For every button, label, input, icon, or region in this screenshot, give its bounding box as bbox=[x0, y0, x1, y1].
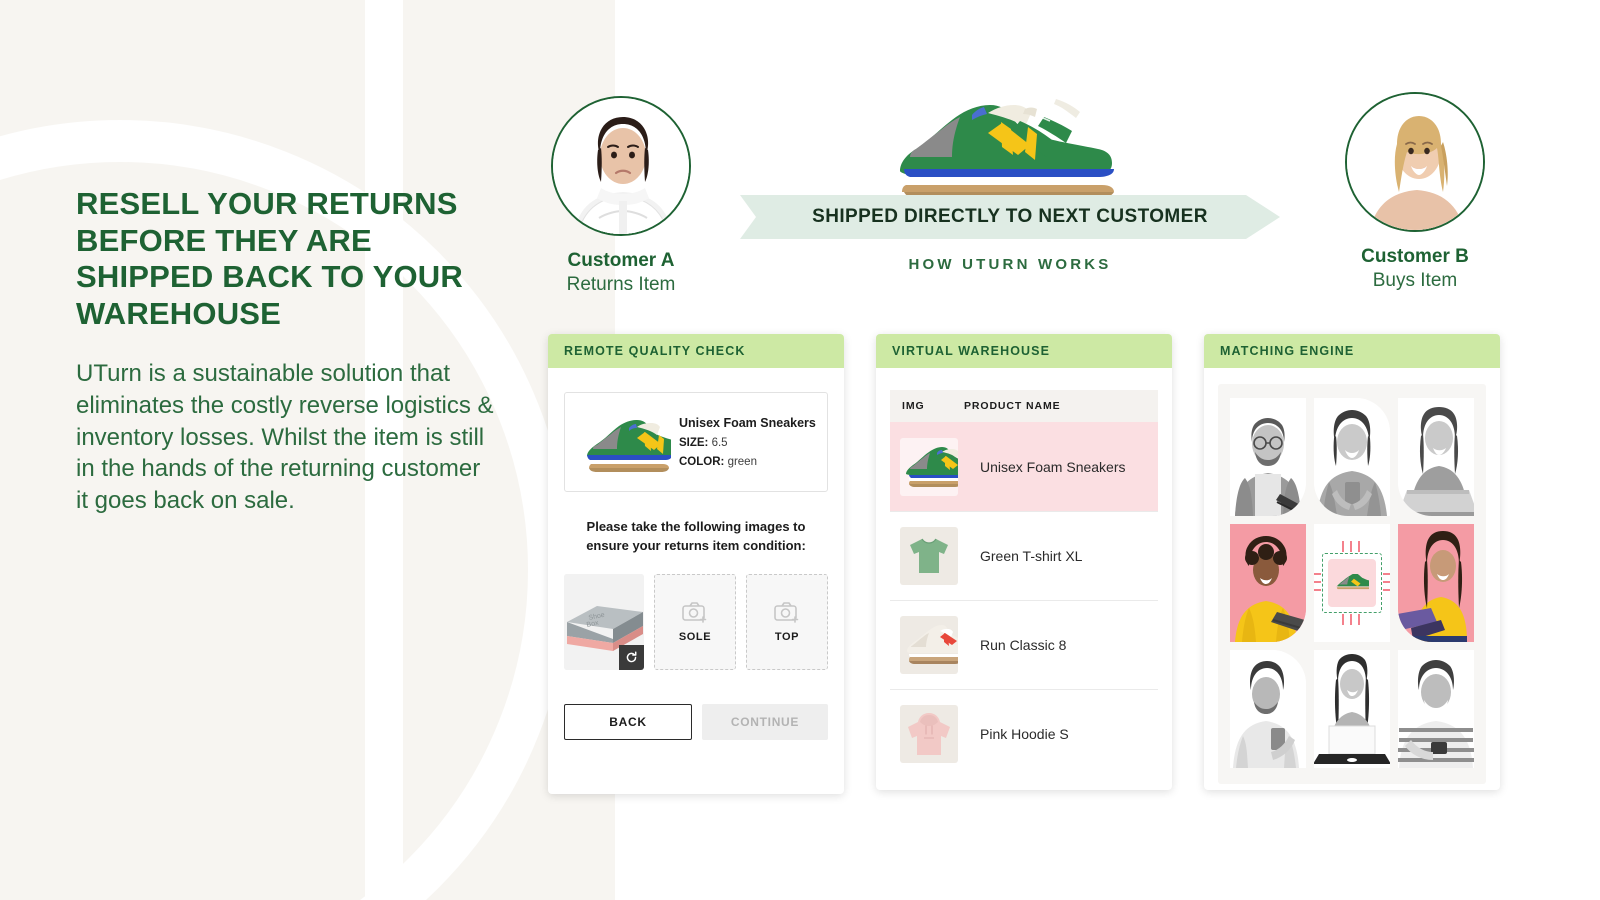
grid-photo-woman-yellow-tshirt[interactable] bbox=[1398, 524, 1474, 642]
table-row[interactable]: Unisex Foam Sneakers bbox=[890, 422, 1158, 511]
camera-add-icon bbox=[774, 601, 799, 623]
product-color-label: COLOR: bbox=[679, 456, 725, 468]
camera-add-icon bbox=[682, 601, 707, 623]
warehouse-table-header: IMG PRODUCT NAME bbox=[890, 390, 1158, 422]
table-row[interactable]: Green T-shirt XL bbox=[890, 511, 1158, 600]
customer-a-name: Customer A bbox=[567, 250, 675, 271]
chip-pin bbox=[1358, 614, 1360, 625]
row-thumbnail-hoodie bbox=[900, 705, 958, 763]
continue-button[interactable]: CONTINUE bbox=[702, 703, 828, 740]
chip-pin bbox=[1383, 589, 1390, 591]
matching-chip-icon bbox=[1314, 541, 1390, 625]
column-header-img: IMG bbox=[902, 400, 925, 412]
shipping-banner: SHIPPED DIRECTLY TO NEXT CUSTOMER bbox=[740, 195, 1280, 239]
photo-instructions: Please take the following images to ensu… bbox=[586, 519, 806, 553]
product-summary-box: Unisex Foam Sneakers SIZE: 6.5 COLOR: gr… bbox=[564, 392, 828, 492]
chip-pin bbox=[1314, 573, 1321, 575]
matching-engine-card: MATCHING ENGINE bbox=[1204, 334, 1500, 790]
customer-b-block: Customer B Buys Item bbox=[1340, 92, 1490, 292]
matching-card-header: MATCHING ENGINE bbox=[1204, 334, 1500, 368]
retake-photo-icon[interactable] bbox=[619, 644, 644, 670]
product-name: Unisex Foam Sneakers bbox=[679, 416, 816, 430]
customer-b-action: Buys Item bbox=[1372, 270, 1458, 291]
grid-photo-woman-laptop[interactable] bbox=[1398, 398, 1474, 516]
row-product-name: Unisex Foam Sneakers bbox=[980, 458, 1126, 475]
quality-card-header: REMOTE QUALITY CHECK bbox=[548, 334, 844, 368]
warehouse-card-header: VIRTUAL WAREHOUSE bbox=[876, 334, 1172, 368]
warehouse-card-title: VIRTUAL WAREHOUSE bbox=[892, 344, 1051, 358]
virtual-warehouse-card: VIRTUAL WAREHOUSE IMG PRODUCT NAME Unise… bbox=[876, 334, 1172, 790]
chip-pin bbox=[1383, 581, 1390, 583]
chip-pin bbox=[1342, 614, 1344, 625]
chip-core bbox=[1328, 559, 1376, 607]
product-size-label: SIZE: bbox=[679, 437, 709, 449]
matching-grid-panel bbox=[1218, 384, 1486, 784]
shipping-banner-label: SHIPPED DIRECTLY TO NEXT CUSTOMER bbox=[812, 206, 1208, 227]
chip-pin bbox=[1314, 581, 1321, 583]
chip-pin bbox=[1314, 589, 1321, 591]
product-color-value: green bbox=[727, 456, 757, 468]
flow-caption: HOW UTURN WORKS bbox=[908, 256, 1112, 273]
infographic-canvas: RESELL YOUR RETURNS BEFORE THEY ARE SHIP… bbox=[0, 0, 1600, 900]
grid-photo-woman-yellow-sweater[interactable] bbox=[1230, 524, 1306, 642]
chip-pin bbox=[1350, 541, 1352, 552]
customer-b-name: Customer B bbox=[1361, 246, 1469, 267]
row-thumbnail-sneaker bbox=[900, 437, 958, 496]
quality-card-title: REMOTE QUALITY CHECK bbox=[564, 344, 746, 358]
quality-card-actions: BACK CONTINUE bbox=[564, 703, 828, 740]
product-size-value: 6.5 bbox=[711, 437, 728, 449]
photo-slot-sole-label: SOLE bbox=[678, 630, 712, 643]
row-thumbnail-tshirt bbox=[900, 527, 958, 585]
grid-photo-man-phone[interactable] bbox=[1230, 650, 1306, 768]
photo-slot-top[interactable]: TOP bbox=[746, 573, 828, 670]
table-row[interactable]: Run Classic 8 bbox=[890, 600, 1158, 689]
photo-slot-top-label: TOP bbox=[774, 630, 800, 643]
row-thumbnail-run-classic bbox=[900, 616, 958, 674]
chip-pin bbox=[1383, 573, 1390, 575]
product-color: COLOR: green bbox=[679, 456, 816, 468]
page-body-copy: UTurn is a sustainable solution that eli… bbox=[76, 360, 494, 514]
customer-photo-grid bbox=[1230, 398, 1474, 768]
grid-photo-woman-laptop-seated[interactable] bbox=[1314, 650, 1390, 768]
row-product-name: Green T-shirt XL bbox=[980, 548, 1083, 564]
chip-pin bbox=[1358, 541, 1360, 552]
process-flow-diagram: Customer A Returns Item SHIPPED DIRECTLY… bbox=[540, 60, 1540, 310]
grid-photo-man-striped-shirt[interactable] bbox=[1398, 650, 1474, 768]
row-product-name: Pink Hoodie S bbox=[980, 726, 1069, 742]
chip-pin bbox=[1342, 541, 1344, 552]
grid-matching-chip-cell[interactable] bbox=[1314, 524, 1390, 642]
photo-slot-box-captured[interactable]: Shoe Box bbox=[564, 573, 644, 670]
hero-sneaker-image bbox=[870, 75, 1130, 205]
product-info: Unisex Foam Sneakers SIZE: 6.5 COLOR: gr… bbox=[679, 416, 816, 468]
column-header-product-name: PRODUCT NAME bbox=[964, 400, 1061, 412]
product-thumbnail bbox=[575, 406, 671, 478]
customer-a-block: Customer A Returns Item bbox=[546, 96, 696, 296]
photo-slot-sole[interactable]: SOLE bbox=[654, 573, 736, 670]
matching-card-title: MATCHING ENGINE bbox=[1220, 344, 1355, 358]
grid-photo-woman-phone[interactable] bbox=[1314, 398, 1390, 516]
chip-sneaker-icon bbox=[1336, 573, 1369, 589]
customer-a-action: Returns Item bbox=[566, 274, 676, 295]
intro-text-block: RESELL YOUR RETURNS BEFORE THEY ARE SHIP… bbox=[76, 186, 496, 517]
grid-photo-bearded-man-laptop[interactable] bbox=[1230, 398, 1306, 516]
avatar-customer-b bbox=[1345, 92, 1485, 232]
page-headline: RESELL YOUR RETURNS BEFORE THEY ARE SHIP… bbox=[76, 186, 463, 331]
chip-pin bbox=[1350, 614, 1352, 625]
back-button[interactable]: BACK bbox=[564, 703, 692, 740]
table-row[interactable]: Pink Hoodie S bbox=[890, 689, 1158, 778]
row-product-name: Run Classic 8 bbox=[980, 637, 1067, 653]
avatar-customer-a bbox=[551, 96, 691, 236]
remote-quality-check-card: REMOTE QUALITY CHECK Unisex Foam Sneaker… bbox=[548, 334, 844, 794]
product-size: SIZE: 6.5 bbox=[679, 437, 816, 449]
photo-upload-row: Shoe Box SOLE TOP bbox=[564, 573, 828, 670]
